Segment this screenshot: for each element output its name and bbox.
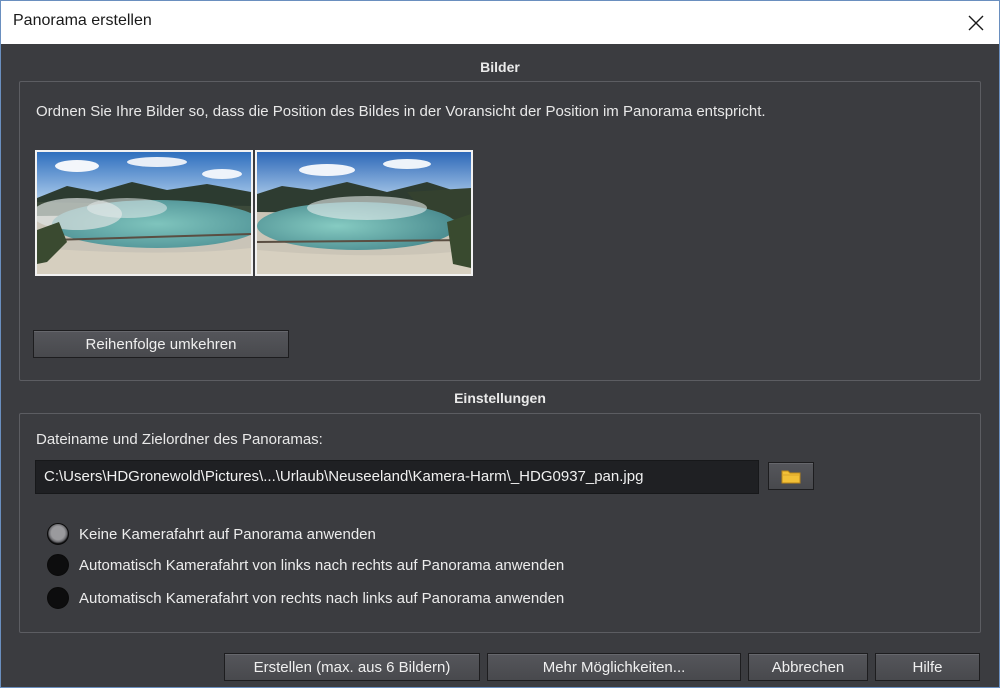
panorama-thumbnail-1[interactable] — [35, 150, 253, 276]
radio-option-no-camera[interactable]: Keine Kamerafahrt auf Panorama anwenden — [47, 522, 376, 546]
radio-button-left-to-right[interactable] — [47, 554, 69, 576]
close-button[interactable] — [953, 1, 999, 44]
radio-option-right-to-left[interactable]: Automatisch Kamerafahrt von rechts nach … — [47, 586, 564, 610]
radio-option-left-to-right[interactable]: Automatisch Kamerafahrt von links nach r… — [47, 553, 564, 577]
panorama-thumbnail-2[interactable] — [255, 150, 473, 276]
images-section-title: Bilder — [480, 59, 520, 75]
reverse-order-button[interactable]: Reihenfolge umkehren — [33, 330, 289, 358]
radio-button-right-to-left[interactable] — [47, 587, 69, 609]
help-button[interactable]: Hilfe — [875, 653, 980, 681]
close-icon — [968, 15, 984, 30]
settings-section-title: Einstellungen — [454, 390, 546, 406]
dialog-body: Bilder Ordnen Sie Ihre Bilder so, dass d… — [1, 44, 999, 687]
browse-button[interactable] — [768, 462, 814, 490]
create-button[interactable]: Erstellen (max. aus 6 Bildern) — [224, 653, 480, 681]
path-input[interactable]: C:\Users\HDGronewold\Pictures\...\Urlaub… — [35, 460, 759, 494]
radio-button-no-camera[interactable] — [47, 523, 69, 545]
radio-label-no-camera: Keine Kamerafahrt auf Panorama anwenden — [79, 525, 376, 543]
more-options-button[interactable]: Mehr Möglichkeiten... — [487, 653, 741, 681]
images-hint: Ordnen Sie Ihre Bilder so, dass die Posi… — [36, 103, 766, 120]
title-bar: Panorama erstellen — [0, 0, 1000, 44]
radio-label-left-to-right: Automatisch Kamerafahrt von links nach r… — [79, 556, 565, 574]
cancel-button[interactable]: Abbrechen — [748, 653, 868, 681]
folder-icon — [781, 470, 801, 484]
radio-label-right-to-left: Automatisch Kamerafahrt von rechts nach … — [79, 589, 565, 607]
path-label: Dateiname und Zielordner des Panoramas: — [36, 431, 323, 448]
window-title: Panorama erstellen — [13, 12, 152, 29]
